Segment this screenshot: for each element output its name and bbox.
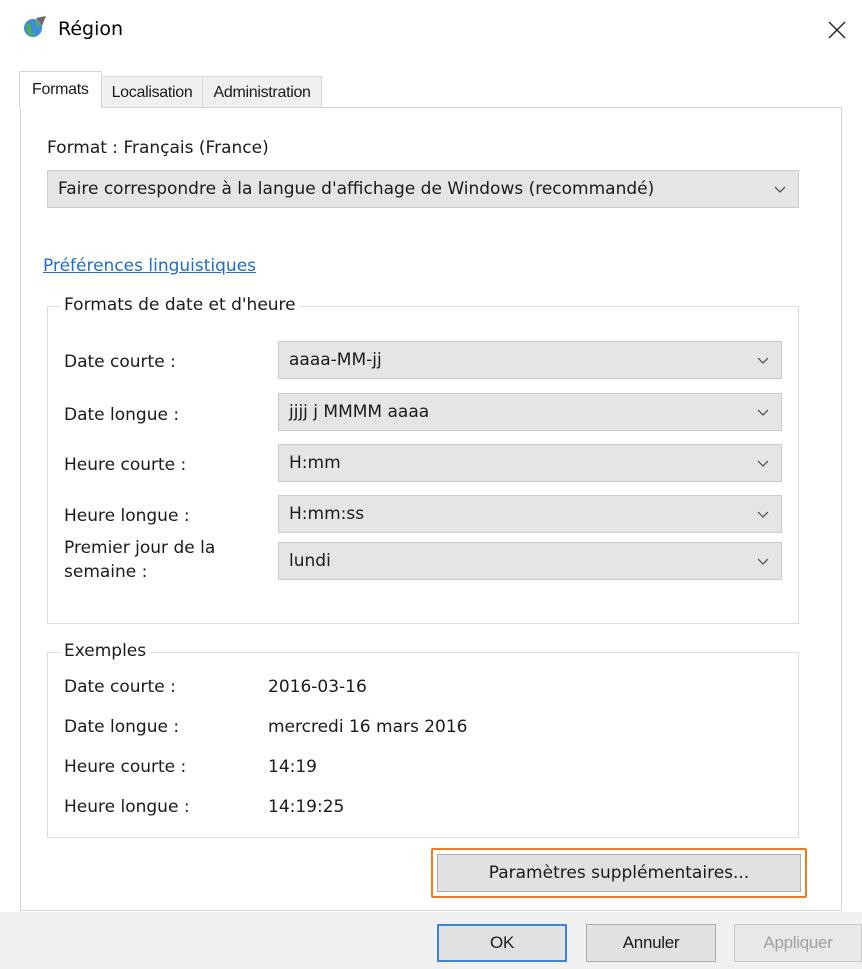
additional-settings-highlight: Paramètres supplémentaires... xyxy=(431,848,807,898)
short-date-dropdown[interactable]: aaaa-MM-jj xyxy=(278,341,782,379)
short-time-dropdown[interactable]: H:mm xyxy=(278,444,782,482)
examples-group: Exemples Date courte : 2016-03-16 Date l… xyxy=(47,641,799,838)
chevron-down-icon xyxy=(757,460,769,467)
title-bar: Région xyxy=(0,0,862,62)
globe-icon xyxy=(24,16,46,37)
example-short-time-label: Heure courte : xyxy=(64,757,187,777)
short-time-label: Heure courte : xyxy=(64,455,187,475)
example-short-date-value: 2016-03-16 xyxy=(268,677,367,697)
ok-button[interactable]: OK xyxy=(437,924,567,962)
close-button[interactable] xyxy=(812,4,862,56)
short-date-label: Date courte : xyxy=(64,352,176,372)
example-short-time-value: 14:19 xyxy=(268,757,317,777)
example-short-date-label: Date courte : xyxy=(64,677,176,697)
short-time-value: H:mm xyxy=(289,453,341,473)
tab-formats[interactable]: Formats xyxy=(19,71,102,108)
example-long-date-label: Date longue : xyxy=(64,717,180,737)
tab-localisation[interactable]: Localisation xyxy=(100,76,204,108)
format-label: Format : Français (France) xyxy=(47,138,269,158)
chevron-down-icon xyxy=(757,409,769,416)
close-icon xyxy=(828,21,846,39)
long-time-dropdown[interactable]: H:mm:ss xyxy=(278,495,782,533)
apply-button[interactable]: Appliquer xyxy=(734,924,862,962)
format-dropdown[interactable]: Faire correspondre à la langue d'afficha… xyxy=(47,170,799,208)
group-title: Formats de date et d'heure xyxy=(60,295,300,315)
chevron-down-icon xyxy=(757,558,769,565)
region-dialog: Région Formats Localisation Administrati… xyxy=(0,0,862,969)
short-date-value: aaaa-MM-jj xyxy=(289,350,382,370)
format-dropdown-value: Faire correspondre à la langue d'afficha… xyxy=(58,179,655,199)
language-preferences-link[interactable]: Préférences linguistiques xyxy=(43,256,256,276)
chevron-down-icon xyxy=(757,511,769,518)
date-time-formats-group: Formats de date et d'heure Date courte :… xyxy=(47,295,799,624)
example-long-time-label: Heure longue : xyxy=(64,797,190,817)
additional-settings-button[interactable]: Paramètres supplémentaires... xyxy=(437,854,801,892)
long-date-label: Date longue : xyxy=(64,405,180,425)
long-date-dropdown[interactable]: jjjj j MMMM aaaa xyxy=(278,393,782,431)
chevron-down-icon xyxy=(757,357,769,364)
first-day-label-line1: Premier jour de la xyxy=(64,538,216,558)
example-long-time-value: 14:19:25 xyxy=(268,797,345,817)
group-title: Exemples xyxy=(60,641,151,661)
first-day-dropdown[interactable]: lundi xyxy=(278,542,782,580)
tab-strip: Formats Localisation Administration xyxy=(19,71,322,108)
dialog-footer xyxy=(0,912,862,969)
formats-panel: Format : Français (France) Faire corresp… xyxy=(20,107,842,911)
first-day-label-line2: semaine : xyxy=(64,562,148,582)
long-time-label: Heure longue : xyxy=(64,506,190,526)
first-day-value: lundi xyxy=(289,551,331,571)
long-time-value: H:mm:ss xyxy=(289,504,365,524)
long-date-value: jjjj j MMMM aaaa xyxy=(289,402,430,422)
window-title: Région xyxy=(58,18,124,40)
example-long-date-value: mercredi 16 mars 2016 xyxy=(268,717,468,737)
chevron-down-icon xyxy=(774,186,786,193)
cancel-button[interactable]: Annuler xyxy=(586,924,716,962)
tab-administration[interactable]: Administration xyxy=(202,76,322,108)
